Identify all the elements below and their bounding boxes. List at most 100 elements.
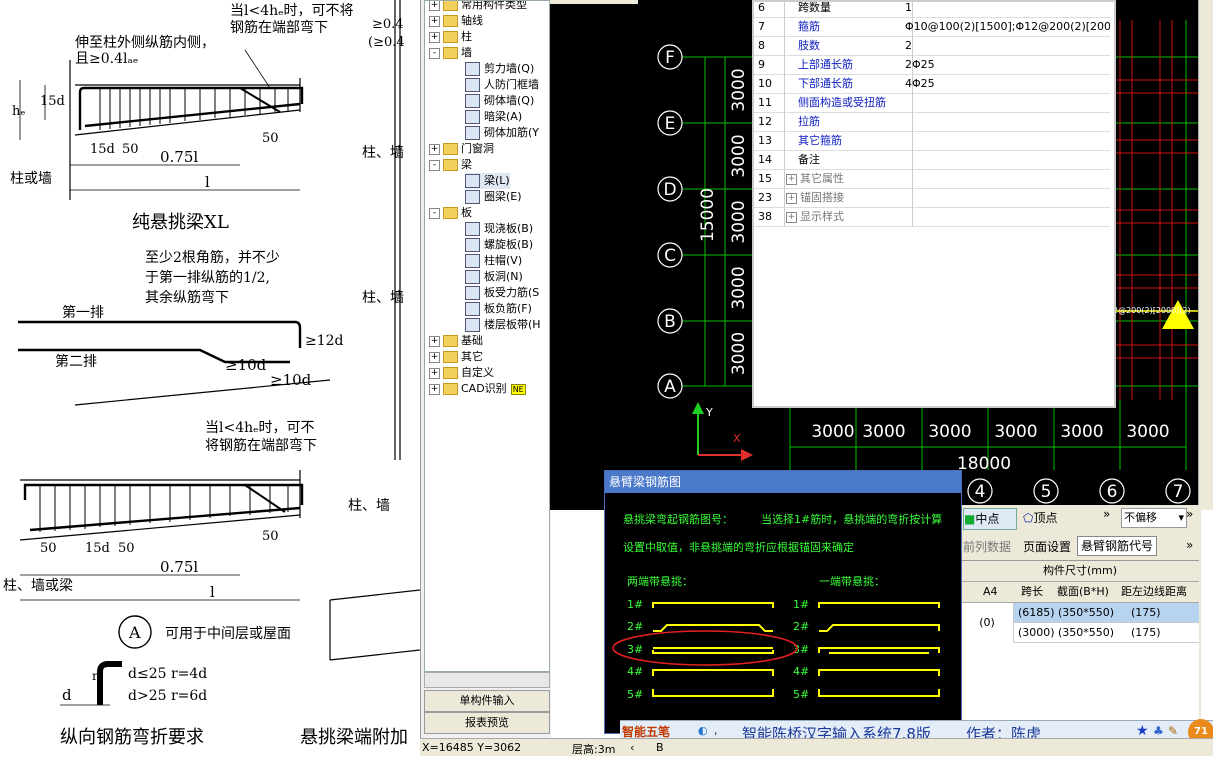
axis-bubble-B[interactable]: B bbox=[657, 308, 683, 334]
tree-node-item[interactable]: 现浇板(B) bbox=[465, 221, 533, 237]
tree-node-item[interactable]: 梁(L) bbox=[465, 173, 510, 189]
property-value[interactable]: Φ10@100(2)[1500];Φ12@200(2)[200 bbox=[902, 17, 1110, 36]
axis-bubble-6[interactable]: 6 bbox=[1099, 478, 1125, 504]
rebar-shape-option[interactable]: 3# bbox=[793, 643, 940, 656]
star-icon[interactable]: ★ bbox=[1136, 723, 1149, 739]
property-row[interactable]: 12 拉筋 bbox=[754, 112, 1110, 132]
tree-folder-item[interactable]: + 自定义 bbox=[429, 365, 494, 381]
pencil-icon[interactable]: ✎ bbox=[1168, 724, 1178, 738]
property-value[interactable]: 2 bbox=[902, 36, 1110, 55]
tree-node-item[interactable]: 螺旋板(B) bbox=[465, 237, 533, 253]
tree-node-item[interactable]: 楼层板带(H bbox=[465, 317, 541, 333]
property-table[interactable]: 6 跨数量 1 7 箍筋 Φ10@100(2)[1500];Φ12@200(2)[200 8… bbox=[752, 0, 1116, 408]
expand-icon[interactable]: + bbox=[786, 211, 797, 223]
collapse-icon[interactable]: - bbox=[429, 207, 440, 219]
collapse-icon[interactable]: - bbox=[429, 47, 440, 59]
tree-node-item[interactable]: 板受力筋(S bbox=[465, 285, 539, 301]
component-tree[interactable]: + 常用构件类型 + 轴线 + 柱 - 墙剪力墙(Q) 人防门框墙 砌体墙(Q) 暗梁(A) 砌体加筋… bbox=[424, 0, 550, 672]
expand-icon[interactable]: + bbox=[429, 335, 440, 347]
tree-node-item[interactable]: 砌体加筋(Y bbox=[465, 125, 539, 141]
axis-bubble-D[interactable]: D bbox=[657, 176, 683, 202]
tab-prev-data[interactable]: 前列数据 bbox=[963, 538, 1011, 555]
more-chevron-icon[interactable]: » bbox=[1103, 507, 1110, 521]
property-value[interactable] bbox=[902, 150, 1110, 169]
rebar-shape-option[interactable]: 2# bbox=[793, 620, 940, 633]
property-value[interactable] bbox=[902, 169, 1110, 188]
tree-folder-item[interactable]: + 其它 bbox=[429, 349, 483, 365]
rebar-shape-option[interactable]: 3# bbox=[627, 643, 774, 656]
expand-icon[interactable]: + bbox=[429, 383, 440, 395]
table-row[interactable]: (3000) (350*550) (175) bbox=[1014, 623, 1199, 643]
rebar-grid-table[interactable]: 构件尺寸(mm) A4 跨长 截面(B*H) 距左边线距离 (0) (6185)… bbox=[961, 560, 1199, 731]
axis-bubble-E[interactable]: E bbox=[657, 110, 683, 136]
rebar-shape-option[interactable]: 4# bbox=[793, 665, 940, 678]
property-row[interactable]: 14 备注 bbox=[754, 150, 1110, 170]
expand-icon[interactable]: + bbox=[786, 192, 797, 204]
tree-node-item[interactable]: 板负筋(F) bbox=[465, 301, 532, 317]
axis-bubble-F[interactable]: F bbox=[657, 44, 683, 70]
tree-folder-item[interactable]: + 轴线 bbox=[429, 13, 483, 29]
property-value[interactable]: 2Φ25 bbox=[902, 55, 1110, 74]
offset-select[interactable]: 不偏移 ▾ bbox=[1121, 508, 1187, 528]
collapse-icon[interactable]: - bbox=[429, 159, 440, 171]
moon-icon[interactable]: ◐ bbox=[698, 724, 708, 737]
user-icon[interactable]: ♣ bbox=[1153, 724, 1164, 738]
single-component-input-button[interactable]: 单构件输入 bbox=[424, 690, 550, 712]
property-row[interactable]: 23 + 锚固搭接 bbox=[754, 188, 1110, 208]
property-row[interactable]: 10 下部通长筋 4Φ25 bbox=[754, 74, 1110, 94]
rebar-shape-option[interactable]: 1# bbox=[627, 598, 774, 611]
tree-folder-item[interactable]: + 柱 bbox=[429, 29, 472, 45]
rebar-shape-option[interactable]: 5# bbox=[793, 688, 940, 701]
tree-folder-item[interactable]: + 常用构件类型 bbox=[429, 1, 527, 13]
expand-icon[interactable]: + bbox=[429, 1, 440, 11]
tree-node-item[interactable]: 人防门框墙 bbox=[465, 77, 539, 93]
axis-bubble-A[interactable]: A bbox=[657, 373, 683, 399]
report-preview-button[interactable]: 报表预览 bbox=[424, 712, 550, 734]
tree-folder-item[interactable]: + 门窗洞 bbox=[429, 141, 494, 157]
expand-icon[interactable]: + bbox=[429, 351, 440, 363]
expand-icon[interactable]: + bbox=[786, 173, 797, 185]
property-row[interactable]: 11 侧面构造或受扭筋 bbox=[754, 93, 1110, 113]
expand-icon[interactable]: + bbox=[429, 143, 440, 155]
axis-bubble-4[interactable]: 4 bbox=[967, 478, 993, 504]
rebar-shape-option[interactable]: 1# bbox=[793, 598, 940, 611]
property-value[interactable] bbox=[902, 207, 1110, 226]
more-chevron-icon-2[interactable]: » bbox=[1186, 507, 1193, 521]
tree-node-item[interactable]: 暗梁(A) bbox=[465, 109, 522, 125]
more-chevron-icon-3[interactable]: » bbox=[1186, 538, 1193, 552]
tree-node-item[interactable]: 柱帽(V) bbox=[465, 253, 522, 269]
rebar-shape-option[interactable]: 4# bbox=[627, 665, 774, 678]
tab-page-setup[interactable]: 页面设置 bbox=[1023, 538, 1071, 555]
status-chevron-icon[interactable]: ‹ bbox=[630, 741, 634, 754]
tab-cantilever-code[interactable]: 悬臂钢筋代号 bbox=[1077, 536, 1158, 556]
cantilever-rebar-dialog[interactable]: 悬臂梁钢筋图 悬挑梁弯起钢筋图号： 当选择1#筋时，悬挑端的弯折按计算 设置中取… bbox=[604, 470, 962, 734]
tree-node-item[interactable]: 剪力墙(Q) bbox=[465, 61, 534, 77]
tree-node-item[interactable]: 圈梁(E) bbox=[465, 189, 522, 205]
property-row[interactable]: 38 + 显示样式 bbox=[754, 207, 1110, 227]
snap-vertex-button[interactable]: ⬠顶点 bbox=[1023, 508, 1083, 528]
tree-folder-item[interactable]: -梁 bbox=[429, 157, 472, 173]
tree-folder-item[interactable]: -墙 bbox=[429, 45, 472, 61]
axis-bubble-C[interactable]: C bbox=[657, 242, 683, 268]
property-value[interactable]: 1 bbox=[902, 2, 1110, 17]
property-value[interactable] bbox=[902, 188, 1110, 207]
property-row[interactable]: 9 上部通长筋 2Φ25 bbox=[754, 55, 1110, 75]
expand-icon[interactable]: + bbox=[429, 15, 440, 27]
property-row[interactable]: 6 跨数量 1 bbox=[754, 2, 1110, 18]
property-row[interactable]: 8 肢数 2 bbox=[754, 36, 1110, 56]
expand-icon[interactable]: + bbox=[429, 367, 440, 379]
property-value[interactable] bbox=[902, 112, 1110, 131]
tree-node-item[interactable]: 砌体墙(Q) bbox=[465, 93, 534, 109]
axis-bubble-7[interactable]: 7 bbox=[1165, 478, 1191, 504]
table-row[interactable]: (6185) (350*550) (175) bbox=[1014, 603, 1199, 623]
property-value[interactable]: 4Φ25 bbox=[902, 74, 1110, 93]
rebar-shape-option[interactable]: 5# bbox=[627, 688, 774, 701]
axis-bubble-5[interactable]: 5 bbox=[1033, 478, 1059, 504]
property-value[interactable] bbox=[902, 131, 1110, 150]
canvas-vertical-scrollbar[interactable] bbox=[1198, 0, 1213, 510]
property-row[interactable]: 7 箍筋 Φ10@100(2)[1500];Φ12@200(2)[200 bbox=[754, 17, 1110, 37]
property-value[interactable] bbox=[902, 93, 1110, 112]
tree-folder-item[interactable]: -板 bbox=[429, 205, 472, 221]
snap-midpoint-button[interactable]: ■中点 bbox=[963, 508, 1017, 530]
tree-horizontal-scrollbar[interactable] bbox=[424, 672, 550, 688]
